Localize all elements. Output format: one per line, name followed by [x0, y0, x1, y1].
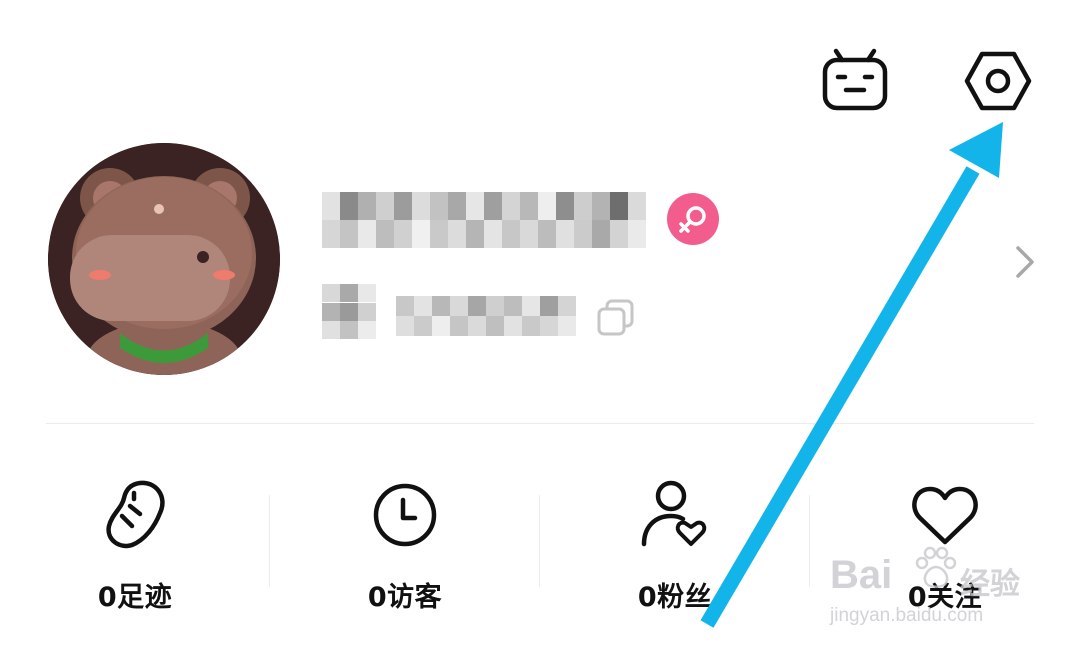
annotation-arrow [700, 122, 1003, 628]
